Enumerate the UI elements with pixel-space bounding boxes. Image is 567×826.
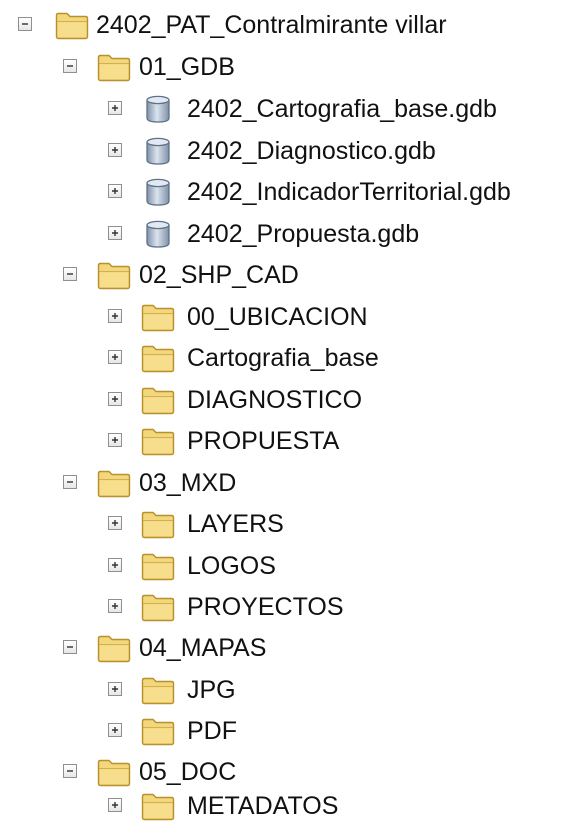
- tree-node-propuesta-gdb[interactable]: 2402_Propuesta.gdb: [0, 214, 567, 254]
- folder-icon: [55, 10, 89, 40]
- collapse-toggle-icon[interactable]: [63, 267, 77, 281]
- expand-toggle-icon[interactable]: [108, 599, 122, 613]
- folder-icon: [97, 468, 131, 498]
- folder-icon: [141, 426, 175, 456]
- tree-node-label: METADATOS: [187, 792, 339, 820]
- tree-node-label: 2402_PAT_Contralmirante villar: [96, 11, 447, 39]
- collapse-toggle-icon[interactable]: [18, 17, 32, 31]
- collapse-toggle-icon[interactable]: [63, 640, 77, 654]
- tree-node-label: 2402_Cartografia_base.gdb: [187, 95, 497, 123]
- folder-icon: [141, 343, 175, 373]
- tree-node-logos[interactable]: LOGOS: [0, 546, 567, 586]
- geodatabase-icon: [141, 219, 175, 249]
- tree-node-label: 02_SHP_CAD: [139, 261, 299, 289]
- tree-node-label: DIAGNOSTICO: [187, 386, 363, 414]
- tree-node-01-gdb[interactable]: 01_GDB: [0, 47, 567, 87]
- folder-icon: [141, 592, 175, 622]
- geodatabase-icon: [141, 94, 175, 124]
- tree-node-metadatos[interactable]: METADATOS: [0, 786, 567, 826]
- folder-icon: [97, 633, 131, 663]
- folder-icon: [141, 302, 175, 332]
- folder-icon: [97, 52, 131, 82]
- geodatabase-icon: [141, 136, 175, 166]
- tree-node-label: JPG: [187, 676, 236, 704]
- tree-node-diagnostico[interactable]: DIAGNOSTICO: [0, 380, 567, 420]
- folder-icon: [141, 551, 175, 581]
- expand-toggle-icon[interactable]: [108, 184, 122, 198]
- collapse-toggle-icon[interactable]: [63, 59, 77, 73]
- folder-icon: [141, 791, 175, 821]
- tree-node-label: PDF: [187, 717, 237, 745]
- tree-node-label: 01_GDB: [139, 53, 235, 81]
- expand-toggle-icon[interactable]: [108, 350, 122, 364]
- tree-node-02-shp-cad[interactable]: 02_SHP_CAD: [0, 255, 567, 295]
- tree-node-diagnostico-gdb[interactable]: 2402_Diagnostico.gdb: [0, 131, 567, 171]
- tree-node-label: LOGOS: [187, 552, 276, 580]
- tree-node-indicador-territorial-gdb[interactable]: 2402_IndicadorTerritorial.gdb: [0, 172, 567, 212]
- tree-node-label: 00_UBICACION: [187, 303, 368, 331]
- tree-node-label: PROPUESTA: [187, 427, 340, 455]
- expand-toggle-icon[interactable]: [108, 723, 122, 737]
- tree-node-label: 03_MXD: [139, 469, 237, 497]
- tree-node-label: Cartografia_base: [187, 344, 379, 372]
- tree-node-propuesta[interactable]: PROPUESTA: [0, 421, 567, 461]
- expand-toggle-icon[interactable]: [108, 392, 122, 406]
- folder-icon: [141, 716, 175, 746]
- geodatabase-icon: [141, 177, 175, 207]
- tree-node-cartografia-base[interactable]: Cartografia_base: [0, 338, 567, 378]
- tree-node-label: 2402_Propuesta.gdb: [187, 220, 420, 248]
- folder-icon: [97, 260, 131, 290]
- expand-toggle-icon[interactable]: [108, 309, 122, 323]
- expand-toggle-icon[interactable]: [108, 798, 122, 812]
- catalog-tree: 2402_PAT_Contralmirante villar 01_GDB 24…: [0, 0, 567, 821]
- expand-toggle-icon[interactable]: [108, 226, 122, 240]
- tree-node-pdf[interactable]: PDF: [0, 711, 567, 751]
- folder-icon: [141, 509, 175, 539]
- folder-icon: [141, 385, 175, 415]
- tree-node-cartografia-base-gdb[interactable]: 2402_Cartografia_base.gdb: [0, 89, 567, 129]
- tree-node-00-ubicacion[interactable]: 00_UBICACION: [0, 297, 567, 337]
- expand-toggle-icon[interactable]: [108, 433, 122, 447]
- folder-icon: [97, 757, 131, 787]
- tree-node-03-mxd[interactable]: 03_MXD: [0, 463, 567, 503]
- collapse-toggle-icon[interactable]: [63, 475, 77, 489]
- folder-icon: [141, 675, 175, 705]
- tree-node-jpg[interactable]: JPG: [0, 670, 567, 710]
- expand-toggle-icon[interactable]: [108, 101, 122, 115]
- tree-node-proyectos[interactable]: PROYECTOS: [0, 587, 567, 627]
- tree-node-root[interactable]: 2402_PAT_Contralmirante villar: [0, 5, 567, 45]
- collapse-toggle-icon[interactable]: [63, 764, 77, 778]
- expand-toggle-icon[interactable]: [108, 558, 122, 572]
- tree-node-label: 2402_IndicadorTerritorial.gdb: [187, 178, 511, 206]
- tree-node-04-mapas[interactable]: 04_MAPAS: [0, 628, 567, 668]
- expand-toggle-icon[interactable]: [108, 516, 122, 530]
- tree-node-layers[interactable]: LAYERS: [0, 504, 567, 544]
- tree-node-label: LAYERS: [187, 510, 284, 538]
- tree-node-label: PROYECTOS: [187, 593, 344, 621]
- expand-toggle-icon[interactable]: [108, 682, 122, 696]
- tree-node-label: 2402_Diagnostico.gdb: [187, 137, 436, 165]
- tree-node-label: 05_DOC: [139, 758, 237, 786]
- expand-toggle-icon[interactable]: [108, 143, 122, 157]
- tree-node-label: 04_MAPAS: [139, 634, 267, 662]
